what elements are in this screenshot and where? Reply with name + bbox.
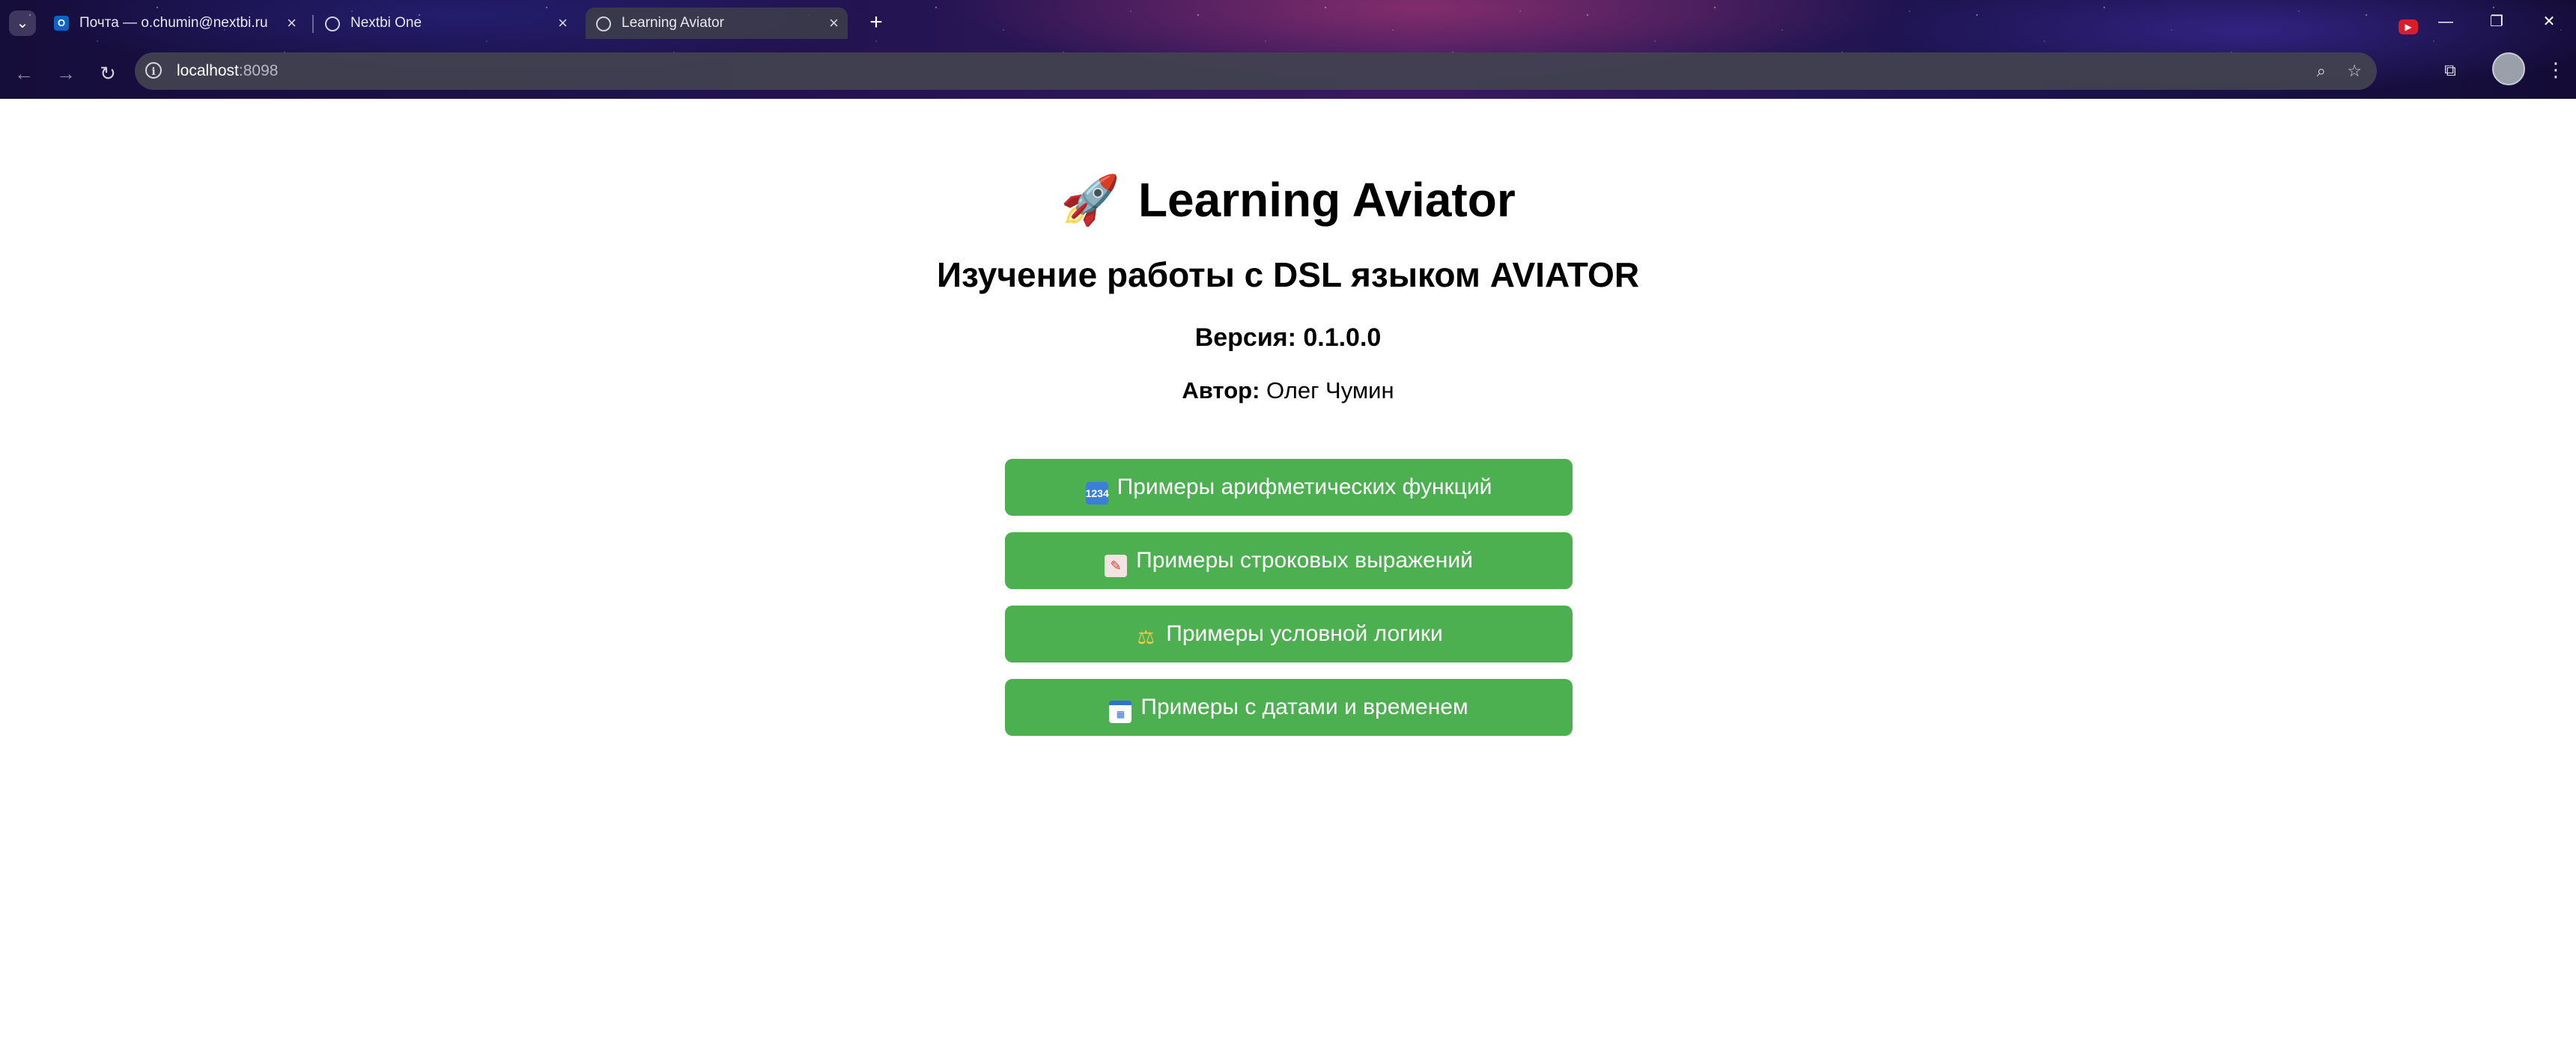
- reload-icon[interactable]: ↻: [93, 58, 123, 88]
- restore-icon[interactable]: ❐: [2482, 9, 2512, 34]
- close-icon[interactable]: ×: [287, 7, 297, 39]
- youtube-extension-icon[interactable]: ▶: [2399, 19, 2418, 34]
- bookmark-star-icon[interactable]: ☆: [2347, 52, 2362, 90]
- button-label: Примеры арифметических функций: [1117, 475, 1492, 499]
- tab-mail[interactable]: O Почта — o.chumin@nextbi.ru ×: [43, 7, 306, 39]
- tab-nextbi-one[interactable]: Nextbi One ×: [315, 7, 577, 39]
- button-label: Примеры условной логики: [1166, 621, 1443, 646]
- calendar-icon: ▦: [1109, 701, 1132, 723]
- site-info-icon[interactable]: i: [145, 62, 162, 79]
- arithmetic-examples-button[interactable]: 1234 Примеры арифметических функций: [1005, 459, 1573, 516]
- string-examples-button[interactable]: ✎ Примеры строковых выражений: [1005, 532, 1573, 589]
- author-name: Олег Чумин: [1266, 377, 1394, 403]
- tab-search-chevron-icon[interactable]: ⌄: [9, 10, 36, 36]
- browser-menu-icon[interactable]: ⋮: [2546, 57, 2566, 82]
- minimize-icon[interactable]: —: [2431, 9, 2461, 34]
- close-icon[interactable]: ×: [558, 7, 568, 39]
- tab-strip: ⌄ O Почта — o.chumin@nextbi.ru × Nextbi …: [0, 0, 2576, 46]
- extensions-puzzle-icon[interactable]: ⧉: [2440, 60, 2461, 81]
- page-title-text: Learning Aviator: [1137, 173, 1516, 227]
- rocket-icon: 🚀: [1060, 173, 1120, 227]
- outlook-icon: O: [54, 16, 69, 31]
- page-subtitle: Изучение работы с DSL языком AVIATOR: [936, 255, 1640, 294]
- page-content: 🚀 Learning Aviator Изучение работы с DSL …: [0, 99, 2576, 1042]
- memo-icon: ✎: [1105, 555, 1128, 577]
- browser-chrome: ⌄ O Почта — o.chumin@nextbi.ru × Nextbi …: [0, 0, 2576, 99]
- tab-learning-aviator[interactable]: Learning Aviator ×: [586, 7, 848, 39]
- page-title: 🚀 Learning Aviator: [0, 172, 2576, 228]
- url-port: :8098: [238, 62, 279, 79]
- address-bar[interactable]: i localhost:8098 ⌕ ☆: [135, 52, 2377, 90]
- button-label: Примеры с датами и временем: [1140, 695, 1468, 719]
- datetime-examples-button[interactable]: ▦ Примеры с датами и временем: [1005, 679, 1573, 736]
- scales-icon: ⚖: [1137, 626, 1155, 648]
- profile-avatar[interactable]: [2492, 52, 2525, 85]
- address-url[interactable]: localhost:8098: [177, 52, 278, 90]
- globe-icon: [596, 16, 611, 31]
- tab-title: Почта — o.chumin@nextbi.ru: [79, 15, 268, 31]
- globe-icon: [325, 16, 340, 31]
- numbers-icon: 1234: [1085, 482, 1109, 505]
- zoom-icon[interactable]: ⌕: [2317, 52, 2326, 90]
- version-label: Версия: 0.1.0.0: [1194, 323, 1382, 352]
- window-close-icon[interactable]: ✕: [2534, 9, 2564, 34]
- author-label: Автор:: [1182, 377, 1260, 403]
- new-tab-plus-icon[interactable]: +: [863, 7, 890, 39]
- button-label: Примеры строковых выражений: [1136, 548, 1473, 573]
- url-host: localhost: [177, 62, 239, 79]
- tab-title: Learning Aviator: [622, 15, 724, 31]
- examples-menu: 1234 Примеры арифметических функций ✎ Прим…: [1005, 459, 1573, 752]
- back-arrow-icon[interactable]: ←: [9, 58, 39, 88]
- forward-arrow-icon[interactable]: →: [51, 58, 81, 88]
- author-line: Автор: Олег Чумин: [0, 377, 2576, 404]
- conditional-logic-examples-button[interactable]: ⚖ Примеры условной логики: [1005, 606, 1573, 662]
- tab-title: Nextbi One: [350, 15, 422, 31]
- browser-toolbar: ← → ↻ i localhost:8098 ⌕ ☆: [0, 46, 2576, 99]
- tab-separator: [312, 15, 314, 33]
- close-icon[interactable]: ×: [829, 7, 839, 39]
